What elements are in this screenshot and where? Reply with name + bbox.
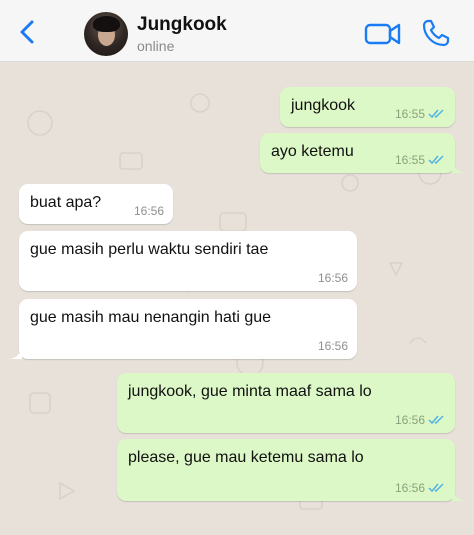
message-meta: 16:55 [395, 107, 446, 121]
message-text: ayo ketemu [271, 143, 354, 160]
avatar[interactable] [84, 12, 128, 56]
message-meta: 16:56 [318, 339, 348, 353]
chat-header: Jungkook online [0, 0, 474, 62]
message-meta: 16:56 [395, 413, 446, 427]
message-meta: 16:56 [318, 271, 348, 285]
message-bubble-incoming[interactable]: buat apa? 16:56 [19, 184, 173, 224]
bubble-tail [10, 347, 22, 359]
message-bubble-outgoing[interactable]: ayo ketemu 16:55 [260, 133, 464, 173]
message-bubble-outgoing[interactable]: jungkook 16:55 [280, 87, 455, 127]
phone-icon[interactable] [421, 18, 451, 48]
message-list[interactable]: jungkook 16:55 ayo ketemu 16:55 buat apa… [0, 63, 474, 535]
double-check-icon [428, 415, 444, 425]
bubble-tail [452, 489, 464, 501]
message-text: buat apa? [30, 194, 102, 211]
message-time: 16:55 [394, 107, 425, 121]
double-check-icon [428, 483, 444, 493]
contact-name[interactable]: Jungkook [137, 14, 227, 36]
message-meta: 16:56 [395, 481, 446, 495]
message-text: gue masih perlu waktu sendiri tae [30, 241, 269, 258]
message-bubble-outgoing[interactable]: please, gue mau ketemu sama lo 16:56 [117, 439, 464, 501]
message-time: 16:56 [317, 339, 348, 353]
avatar-hair [93, 16, 120, 32]
double-check-icon [428, 109, 444, 119]
message-time: 16:55 [394, 153, 425, 167]
message-bubble-outgoing[interactable]: jungkook, gue minta maaf sama lo 16:56 [117, 373, 455, 433]
message-time: 16:56 [394, 413, 425, 427]
message-meta: 16:55 [395, 153, 446, 167]
message-bubble-incoming[interactable]: gue masih perlu waktu sendiri tae 16:56 [19, 231, 357, 291]
message-text: please, gue mau ketemu sama lo [128, 449, 364, 466]
message-meta: 16:56 [134, 204, 164, 218]
message-time: 16:56 [133, 204, 164, 218]
double-check-icon [428, 155, 444, 165]
message-text: gue masih mau nenangin hati gue [30, 309, 272, 326]
message-bubble-incoming[interactable]: gue masih mau nenangin hati gue 16:56 [10, 299, 357, 359]
message-text: jungkook, gue minta maaf sama lo [128, 383, 372, 400]
message-text: jungkook [291, 97, 356, 114]
bubble-tail [452, 161, 464, 173]
chevron-left-icon[interactable] [14, 18, 42, 46]
message-time: 16:56 [394, 481, 425, 495]
video-icon[interactable] [364, 20, 402, 48]
contact-status: online [137, 38, 175, 54]
message-time: 16:56 [317, 271, 348, 285]
